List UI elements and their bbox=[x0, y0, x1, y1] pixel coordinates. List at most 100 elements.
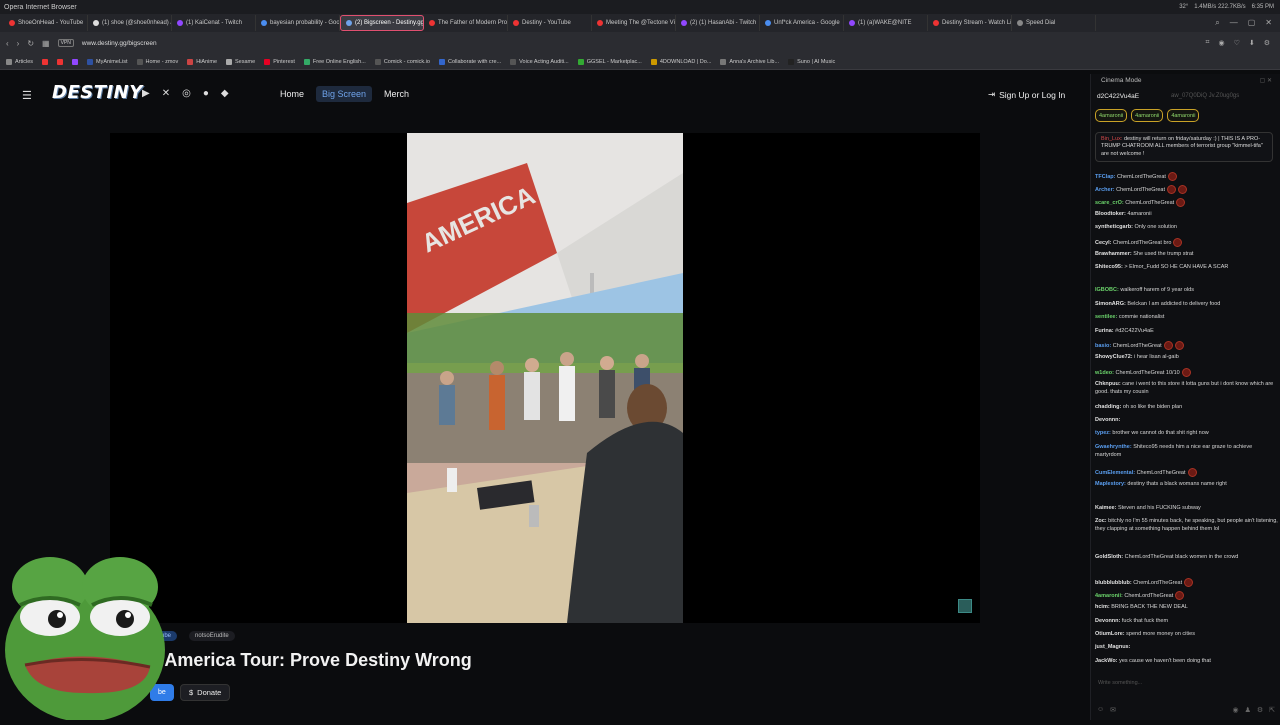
chat-nick[interactable]: just_Magnus: bbox=[1095, 644, 1130, 650]
reddit-icon[interactable]: ● bbox=[203, 88, 209, 99]
popout-icon[interactable]: ⇱ bbox=[1269, 706, 1275, 714]
bookmark-item[interactable]: Anna's Archive Lib... bbox=[720, 58, 779, 65]
browser-tab[interactable]: (1) KaiCenat - Twitch bbox=[172, 15, 256, 31]
youtube-icon[interactable]: ▶ bbox=[142, 88, 150, 99]
search-icon[interactable]: ⌕ bbox=[1215, 18, 1219, 28]
chat-input[interactable]: Write something... bbox=[1095, 680, 1277, 694]
browser-tab[interactable]: (1) shoe (@shoe0nhead) / bbox=[88, 15, 172, 31]
chat-nick[interactable]: Zoc: bbox=[1095, 518, 1107, 524]
bookmark-item[interactable]: Collaborate with cre... bbox=[438, 58, 501, 65]
bookmark-item[interactable]: Sesame bbox=[226, 58, 255, 65]
instagram-icon[interactable]: ◎ bbox=[182, 88, 191, 99]
chat-nick[interactable]: JackWo: bbox=[1095, 658, 1118, 664]
browser-tab[interactable]: The Father of Modern Pro bbox=[424, 15, 508, 31]
stream-corner-icon[interactable] bbox=[958, 599, 972, 613]
whispers-icon[interactable]: ✉ bbox=[1110, 706, 1116, 714]
chat-nick[interactable]: Maplestory: bbox=[1095, 481, 1126, 487]
forward-icon[interactable]: › bbox=[17, 39, 20, 48]
chat-nick[interactable]: Furina: bbox=[1095, 328, 1114, 334]
chat-nick[interactable]: Devonnn: bbox=[1095, 417, 1120, 423]
cinema-mode-toggle[interactable]: Cinema Mode bbox=[1101, 77, 1141, 84]
bookmark-item[interactable] bbox=[72, 58, 79, 65]
bookmark-item[interactable]: Pinterest bbox=[264, 58, 295, 65]
browser-tab[interactable]: Unf*ck America - Google bbox=[760, 15, 844, 31]
donate-button[interactable]: $ Donate bbox=[180, 684, 231, 701]
browser-tab[interactable]: Meeting The @Tectone Vi bbox=[592, 15, 676, 31]
sign-in-button[interactable]: ⇥ Sign Up or Log In bbox=[982, 86, 1071, 103]
bookmark-item[interactable]: 4DOWNLOAD | Do... bbox=[650, 58, 711, 65]
bookmark-item[interactable]: HiAnime bbox=[187, 58, 217, 65]
chat-nick[interactable]: TFClap: bbox=[1095, 174, 1115, 180]
users-icon[interactable]: ♟ bbox=[1245, 706, 1251, 714]
minimize-icon[interactable]: — bbox=[1230, 18, 1238, 28]
reload-icon[interactable]: ↻ bbox=[27, 39, 34, 48]
chat-nick[interactable]: chadding: bbox=[1095, 404, 1121, 410]
browser-tab[interactable]: Destiny Stream - Watch Li bbox=[928, 15, 1012, 31]
download-icon[interactable]: ⬇ bbox=[1249, 39, 1255, 47]
chat-nick[interactable]: basio: bbox=[1095, 343, 1111, 349]
chat-nick[interactable]: IGBOBC: bbox=[1095, 287, 1119, 293]
settings-icon[interactable]: ⚙ bbox=[1257, 706, 1263, 714]
chat-nick[interactable]: hcim: bbox=[1095, 604, 1110, 610]
nav-big-screen[interactable]: Big Screen bbox=[316, 86, 373, 102]
bookmark-item[interactable] bbox=[42, 58, 49, 65]
bookmark-item[interactable]: Comick - comick.io bbox=[374, 58, 430, 65]
chat-nick[interactable]: Kaimee: bbox=[1095, 505, 1116, 511]
destiny-logo[interactable]: DESTINY bbox=[52, 82, 143, 103]
bookmark-item[interactable]: Suno | AI Music bbox=[788, 58, 835, 65]
bookmark-item[interactable]: Home - zmov bbox=[136, 58, 178, 65]
bookmark-item[interactable]: MyAnimeList bbox=[87, 58, 128, 65]
chat-nick[interactable]: Cecyl: bbox=[1095, 240, 1112, 246]
chat-nick[interactable]: Devonnn: bbox=[1095, 618, 1120, 624]
bookmark-item[interactable]: GGSEL - Marketplac... bbox=[577, 58, 642, 65]
browser-tab[interactable]: ShoeOnHead - YouTube bbox=[4, 15, 88, 31]
extensions-icon[interactable]: ⚙ bbox=[1264, 39, 1270, 47]
eye-icon[interactable]: ◉ bbox=[1232, 706, 1238, 714]
emote-menu-icon[interactable]: ☺ bbox=[1097, 706, 1104, 714]
discord-icon[interactable]: ◆ bbox=[221, 88, 229, 99]
chat-nick[interactable]: Archer: bbox=[1095, 187, 1115, 193]
vpn-badge[interactable]: VPN bbox=[57, 39, 74, 47]
chat-current-user[interactable]: d2C422Vu4aE bbox=[1097, 93, 1139, 100]
menu-icon[interactable]: ☰ bbox=[22, 89, 32, 102]
browser-tab[interactable]: Speed Dial bbox=[1012, 15, 1096, 31]
close-icon[interactable]: ✕ bbox=[1265, 18, 1272, 28]
video-player[interactable]: AMERICA bbox=[110, 133, 980, 623]
chat-nick[interactable]: sentilee: bbox=[1095, 314, 1117, 320]
chat-nick[interactable]: Brawhammer: bbox=[1095, 251, 1132, 257]
bookmark-item[interactable]: Voice Acting Auditi... bbox=[510, 58, 569, 65]
chat-nick[interactable]: GoldSloth: bbox=[1095, 554, 1123, 560]
chat-nick[interactable]: Gwaehrynthe: bbox=[1095, 444, 1132, 450]
chat-nick[interactable]: OtiumLore: bbox=[1095, 631, 1125, 637]
chat-nick[interactable]: blubblubblub: bbox=[1095, 580, 1132, 586]
pinned-user[interactable]: 4amaronii bbox=[1095, 109, 1128, 122]
browser-tab[interactable]: (1) (a)WAKE@NITE bbox=[844, 15, 928, 31]
tag-channel[interactable]: notsoErudite bbox=[189, 631, 235, 641]
back-icon[interactable]: ‹ bbox=[6, 39, 9, 48]
chat-nick[interactable]: syntheticgarb: bbox=[1095, 224, 1133, 230]
nav-home[interactable]: Home bbox=[274, 86, 310, 102]
x-icon[interactable]: ✕ bbox=[162, 88, 170, 99]
chat-nick[interactable]: ShowyClue72: bbox=[1095, 354, 1133, 360]
bookmark-icon[interactable]: ♡ bbox=[1234, 39, 1240, 47]
chat-nick[interactable]: Bloodtoker: bbox=[1095, 211, 1126, 217]
browser-tab[interactable]: (2) (1) HasanAbi - Twitch bbox=[676, 15, 760, 31]
pinned-user[interactable]: 4amaronii bbox=[1167, 109, 1200, 122]
pinned-user[interactable]: 4amaronii bbox=[1131, 109, 1164, 122]
chat-window-controls[interactable]: ▢ ✕ bbox=[1260, 77, 1272, 84]
camera-icon[interactable]: ◉ bbox=[1218, 39, 1224, 47]
chat-nick[interactable]: typez: bbox=[1095, 430, 1111, 436]
nav-merch[interactable]: Merch bbox=[378, 86, 415, 102]
browser-tab[interactable]: bayesian probability - Goo bbox=[256, 15, 340, 31]
browser-tab[interactable]: (2) Bigscreen - Destiny.gg bbox=[340, 15, 424, 31]
tabs-grid-icon[interactable]: ▦ bbox=[42, 39, 50, 48]
url-field[interactable]: www.destiny.gg/bigscreen bbox=[82, 40, 157, 47]
chat-nick[interactable]: SimonARG: bbox=[1095, 301, 1126, 307]
chat-nick[interactable]: w1deo: bbox=[1095, 370, 1114, 376]
bookmark-item[interactable] bbox=[57, 58, 64, 65]
chat-nick[interactable]: scare_crO: bbox=[1095, 200, 1124, 206]
browser-tab[interactable]: Destiny - YouTube bbox=[508, 15, 592, 31]
snapshot-icon[interactable]: ⌗ bbox=[1206, 39, 1210, 47]
chat-nick[interactable]: CumElemental: bbox=[1095, 470, 1135, 476]
chat-nick[interactable]: 4amaronii: bbox=[1095, 593, 1123, 599]
